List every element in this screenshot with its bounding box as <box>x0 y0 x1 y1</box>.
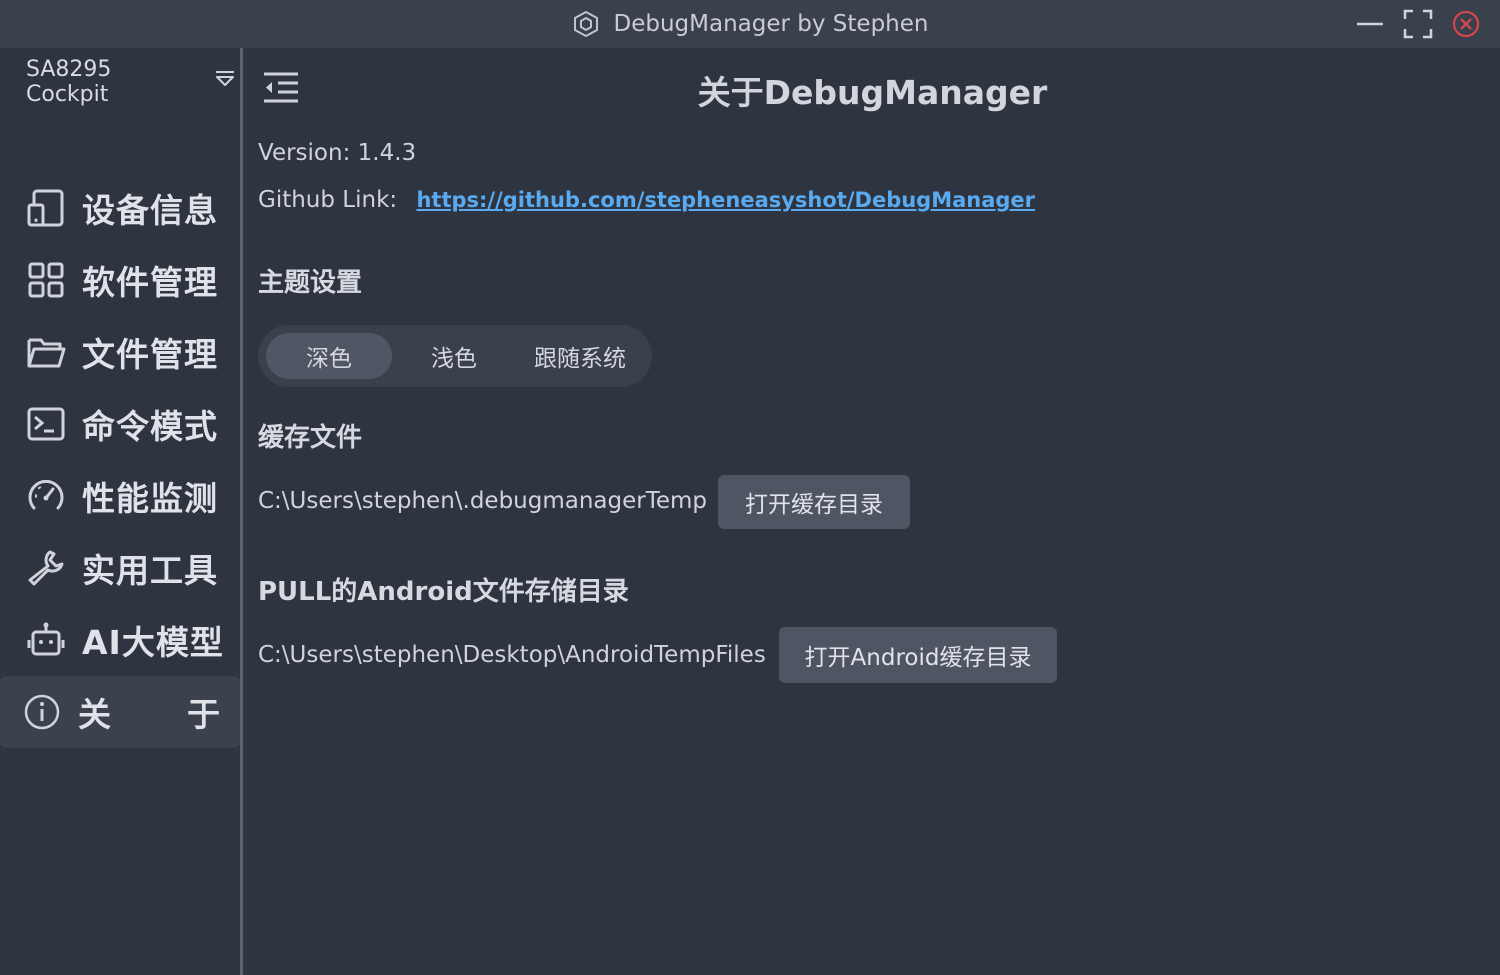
github-row: Github Link: https://github.com/stephene… <box>258 187 1035 213</box>
theme-option-system[interactable]: 跟随系统 <box>516 333 644 379</box>
wrench-icon <box>26 548 66 588</box>
sidebar: SA8295 Cockpit 设备信息 软件管理 文件管理 命令模式 性能监测 … <box>0 48 240 975</box>
nav-item-command[interactable]: 命令模式 <box>0 388 240 460</box>
github-link[interactable]: https://github.com/stepheneasyshot/Debug… <box>416 188 1035 212</box>
close-icon <box>1453 11 1479 37</box>
open-cache-dir-button[interactable]: 打开缓存目录 <box>718 475 910 529</box>
android-path: C:\Users\stephen\Desktop\AndroidTempFile… <box>258 642 766 668</box>
nav-item-tools[interactable]: 实用工具 <box>0 532 240 604</box>
nav-label-device-info: 设备信息 <box>82 191 218 230</box>
nav-item-files[interactable]: 文件管理 <box>0 316 240 388</box>
app-window: DebugManager by Stephen SA8295 Cockpit 设… <box>0 0 1500 975</box>
page-title: 关于DebugManager <box>243 66 1500 114</box>
cache-section-title: 缓存文件 <box>258 423 363 453</box>
nav-label-files: 文件管理 <box>82 335 218 374</box>
nav-label-ai: AI大模型 <box>82 623 224 662</box>
theme-option-light[interactable]: 浅色 <box>392 333 516 379</box>
theme-section-title: 主题设置 <box>258 268 363 298</box>
maximize-icon <box>1403 9 1433 39</box>
main-content: 关于DebugManager Version: 1.4.3 Github Lin… <box>243 48 1500 975</box>
dropdown-icon <box>214 68 236 96</box>
theme-option-dark[interactable]: 深色 <box>266 333 392 379</box>
title-bar: DebugManager by Stephen <box>0 0 1500 48</box>
theme-selector: 深色 浅色 跟随系统 <box>258 325 652 387</box>
nav-label-about-b: 于 <box>187 695 220 734</box>
nav-item-device-info[interactable]: 设备信息 <box>0 172 240 244</box>
robot-icon <box>26 620 66 660</box>
terminal-icon <box>26 404 66 444</box>
nav-label-command: 命令模式 <box>82 407 218 446</box>
gauge-icon <box>26 476 66 516</box>
maximize-button[interactable] <box>1394 0 1442 48</box>
github-label: Github Link: <box>258 187 398 213</box>
info-icon <box>22 692 62 732</box>
nav-item-about[interactable]: 关 于 <box>0 676 240 748</box>
version-text: Version: 1.4.3 <box>258 140 417 166</box>
nav-list: 设备信息 软件管理 文件管理 命令模式 性能监测 实用工具 AI大模型 关 于 <box>0 172 240 748</box>
nav-item-ai[interactable]: AI大模型 <box>0 604 240 676</box>
nav-label-about: 关 于 <box>78 688 220 736</box>
nav-item-performance[interactable]: 性能监测 <box>0 460 240 532</box>
cache-path: C:\Users\stephen\.debugmanagerTemp <box>258 488 708 514</box>
device-icon <box>26 188 66 228</box>
apps-grid-icon <box>26 260 66 300</box>
folder-icon <box>26 332 66 372</box>
nav-label-tools: 实用工具 <box>82 551 218 590</box>
open-android-dir-button[interactable]: 打开Android缓存目录 <box>779 627 1057 683</box>
minimize-icon <box>1357 22 1383 26</box>
window-title: DebugManager by Stephen <box>613 11 929 37</box>
nav-label-about-a: 关 <box>78 695 111 734</box>
minimize-button[interactable] <box>1346 0 1394 48</box>
device-name: SA8295 Cockpit <box>26 57 112 107</box>
app-title-group: DebugManager by Stephen <box>572 10 929 38</box>
nav-label-software: 软件管理 <box>82 263 218 302</box>
close-button[interactable] <box>1442 0 1490 48</box>
android-section-title: PULL的Android文件存储目录 <box>258 577 629 607</box>
page-title-text: 关于DebugManager <box>697 73 1048 112</box>
device-selector[interactable]: SA8295 Cockpit <box>26 57 236 107</box>
window-controls <box>1346 0 1490 48</box>
nav-item-software[interactable]: 软件管理 <box>0 244 240 316</box>
app-logo-icon <box>572 10 600 38</box>
nav-label-performance: 性能监测 <box>82 479 218 518</box>
